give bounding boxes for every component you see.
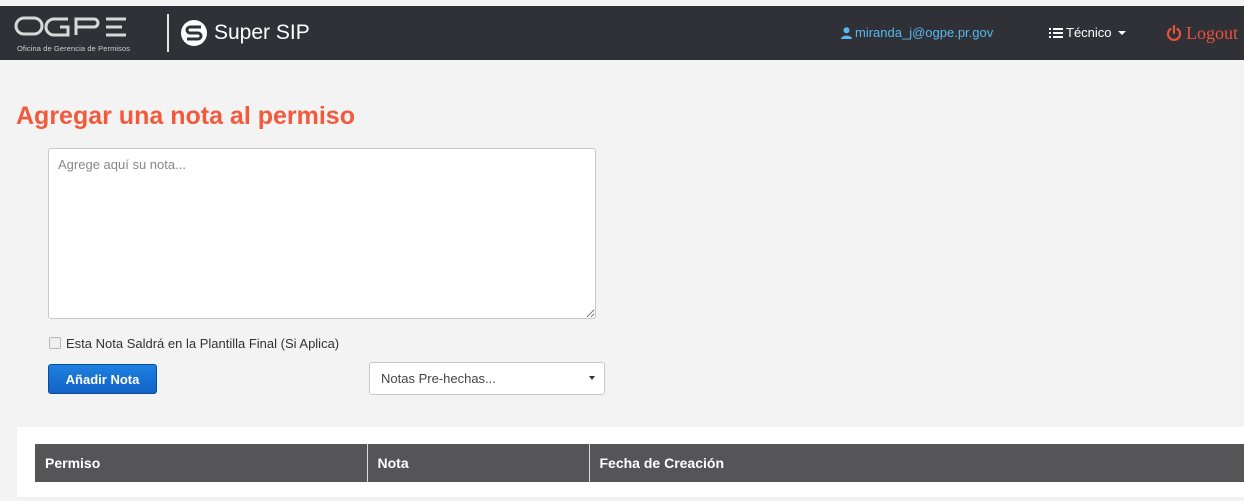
note-textarea[interactable]: [48, 148, 596, 319]
chevron-down-icon: [1117, 31, 1126, 35]
brand-name[interactable]: Super SIP: [214, 19, 310, 47]
add-note-button[interactable]: Añadir Nota: [48, 364, 157, 394]
list-icon: [1049, 28, 1063, 38]
tecnico-menu-label: Técnico: [1066, 25, 1112, 40]
user-account-link[interactable]: miranda_j@ogpe.pr.gov: [841, 25, 993, 41]
column-header-nota[interactable]: Nota: [367, 444, 590, 482]
power-icon: [1166, 24, 1182, 41]
notes-table-panel: Permiso Nota Fecha de Creación: [17, 427, 1244, 497]
dropdown-arrow-icon: [589, 376, 595, 380]
user-email: miranda_j@ogpe.pr.gov: [855, 25, 994, 40]
ogpe-logo-icon: [14, 16, 126, 37]
tecnico-menu[interactable]: Técnico: [1049, 25, 1126, 41]
logout-link[interactable]: Logout: [1166, 22, 1238, 44]
column-header-fecha-creacion[interactable]: Fecha de Creación: [589, 444, 1244, 482]
final-template-checkbox[interactable]: [49, 337, 61, 349]
final-template-checkbox-label: Esta Nota Saldrá en la Plantilla Final (…: [66, 336, 340, 351]
table-header-row: Permiso Nota Fecha de Creación: [35, 444, 1244, 482]
navbar: Oficina de Gerencia de Permisos Super SI…: [0, 6, 1244, 60]
preset-notes-select[interactable]: Notas Pre-hechas...: [369, 362, 605, 395]
ogpe-logo[interactable]: Oficina de Gerencia de Permisos: [14, 14, 154, 54]
notes-table: Permiso Nota Fecha de Creación: [35, 444, 1244, 482]
user-icon: [841, 27, 852, 39]
column-header-permiso[interactable]: Permiso: [35, 444, 368, 482]
super-sip-s-icon: [181, 20, 207, 46]
navbar-divider: [167, 14, 169, 52]
page-title: Agregar una nota al permiso: [16, 102, 355, 130]
preset-notes-selected: Notas Pre-hechas...: [381, 371, 496, 386]
logout-label: Logout: [1186, 23, 1238, 43]
final-template-checkbox-row[interactable]: Esta Nota Saldrá en la Plantilla Final (…: [49, 335, 339, 351]
logo-subtitle: Oficina de Gerencia de Permisos: [17, 44, 131, 53]
